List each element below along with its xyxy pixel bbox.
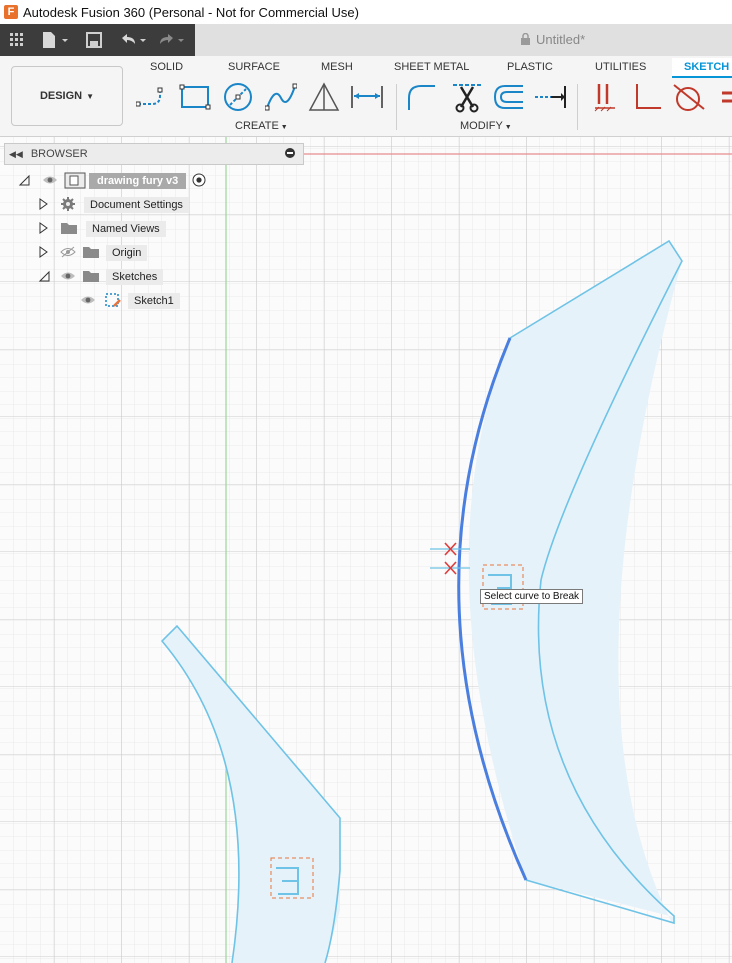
sketch-icon (104, 292, 122, 311)
tree-item-origin[interactable]: Origin (38, 243, 148, 263)
tab-surface[interactable]: SURFACE (228, 58, 280, 76)
tab-mesh[interactable]: MESH (321, 58, 353, 76)
tree-root[interactable]: drawing fury v3 (18, 171, 206, 191)
apps-grid-icon[interactable] (8, 30, 26, 50)
document-tab[interactable]: Untitled* (520, 32, 585, 47)
root-component-label: drawing fury v3 (89, 173, 187, 189)
tree-item-label: Document Settings (84, 197, 189, 213)
file-menu-button[interactable] (38, 30, 72, 50)
tree-item-sketch1[interactable]: Sketch1 (76, 291, 180, 311)
redo-button[interactable] (154, 30, 188, 50)
browser-title: BROWSER (30, 148, 88, 160)
eye-hidden-icon[interactable] (60, 246, 76, 261)
undo-button[interactable] (116, 30, 150, 50)
activate-radio-icon[interactable] (192, 173, 206, 190)
eye-icon[interactable] (42, 175, 58, 188)
quick-access-toolbar: Untitled* (0, 24, 732, 56)
fusion-logo-icon: F (4, 5, 18, 19)
trim-icon[interactable] (450, 80, 484, 114)
tab-solid[interactable]: SOLID (150, 58, 183, 76)
expand-triangle-icon[interactable] (38, 221, 52, 237)
tree-item-document-settings[interactable]: Document Settings (38, 195, 189, 215)
folder-icon (82, 269, 100, 286)
collapse-panel-icon[interactable]: ◀◀ (9, 149, 23, 160)
line-icon[interactable] (135, 80, 169, 114)
tree-item-label: Named Views (86, 221, 166, 237)
dimension-icon[interactable] (350, 80, 384, 114)
workspace-switcher[interactable]: DESIGN ▼ (11, 66, 123, 126)
tree-item-label: Sketch1 (128, 293, 180, 309)
workspace-label: DESIGN (39, 90, 83, 102)
create-group-label[interactable]: CREATE ▼ (235, 120, 288, 132)
tooltip: Select curve to Break (480, 589, 584, 604)
ribbon: DESIGN ▼ SOLID SURFACE MESH SHEET METAL … (0, 56, 732, 137)
minus-circle-icon[interactable] (285, 148, 295, 158)
document-title: Untitled* (536, 32, 586, 47)
perpendicular-constraint-icon[interactable] (630, 80, 664, 114)
window-title: Autodesk Fusion 360 (Personal - Not for … (23, 4, 359, 20)
collapse-triangle-icon[interactable] (18, 174, 32, 189)
rectangle-icon[interactable] (178, 80, 212, 114)
tab-plastic[interactable]: PLASTIC (507, 58, 553, 76)
spline-icon[interactable] (264, 80, 298, 114)
chevron-down-icon: ▼ (278, 124, 288, 131)
title-bar: F Autodesk Fusion 360 (Personal - Not fo… (0, 0, 732, 24)
expand-triangle-icon[interactable] (38, 245, 52, 261)
save-icon[interactable] (84, 30, 104, 50)
browser-header[interactable]: ◀◀ BROWSER (4, 143, 304, 165)
expand-triangle-icon[interactable] (38, 197, 52, 213)
folder-icon (82, 245, 100, 262)
chevron-down-icon: ▼ (86, 91, 95, 101)
chevron-down-icon: ▼ (502, 124, 512, 131)
tangent-constraint-icon[interactable] (672, 80, 706, 114)
ribbon-separator (577, 84, 578, 130)
collapse-triangle-icon[interactable] (38, 270, 52, 285)
tab-utilities[interactable]: UTILITIES (595, 58, 646, 76)
tree-item-label: Origin (106, 245, 148, 261)
lock-icon (521, 33, 530, 45)
tab-sketch[interactable]: SKETCH (672, 58, 732, 78)
tree-item-label: Sketches (106, 269, 164, 285)
fillet-icon[interactable] (404, 80, 438, 114)
parallel-constraint-icon[interactable] (588, 80, 622, 114)
eye-icon[interactable] (60, 271, 76, 284)
gear-icon (60, 196, 76, 215)
equal-constraint-icon[interactable] (716, 80, 732, 114)
folder-icon (60, 221, 78, 238)
tree-item-named-views[interactable]: Named Views (38, 219, 166, 239)
eye-icon[interactable] (80, 295, 96, 308)
component-icon (64, 171, 86, 192)
triangle-icon[interactable] (307, 80, 341, 114)
modify-group-label[interactable]: MODIFY ▼ (460, 120, 512, 132)
extend-icon[interactable] (533, 80, 567, 114)
tree-item-sketches[interactable]: Sketches (38, 267, 164, 287)
circle-icon[interactable] (221, 80, 255, 114)
tab-sheet-metal[interactable]: SHEET METAL (394, 58, 469, 76)
offset-icon[interactable] (491, 80, 525, 114)
ribbon-separator (396, 84, 397, 130)
